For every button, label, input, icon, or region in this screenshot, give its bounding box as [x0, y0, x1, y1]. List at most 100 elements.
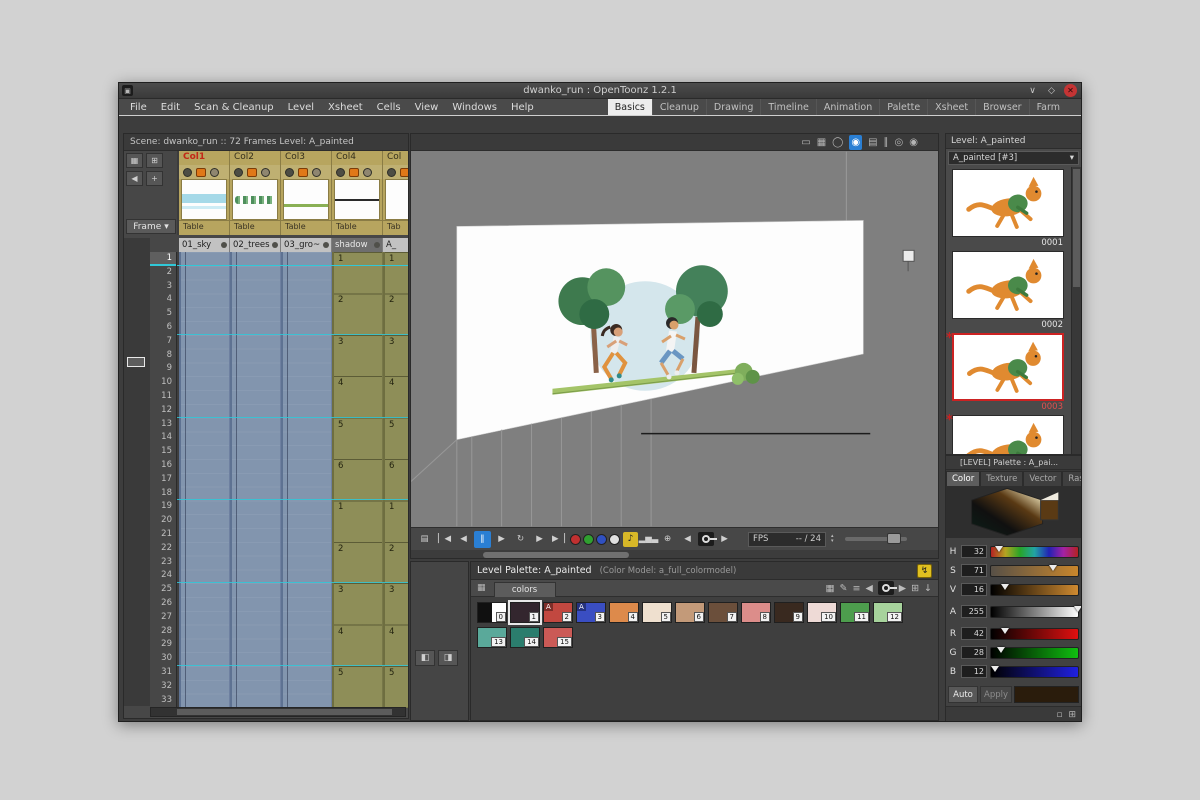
column-name-cell-03-gro[interactable]: 03_gro~	[281, 238, 332, 252]
frame-number[interactable]: 29	[150, 638, 176, 652]
room-tab-timeline[interactable]: Timeline	[760, 99, 815, 115]
slider-bar[interactable]	[990, 665, 1079, 678]
color-swatch-11[interactable]: 11	[840, 602, 870, 623]
collapse-columns-icon[interactable]: ◀	[126, 171, 143, 186]
frame-number[interactable]: 15	[150, 445, 176, 459]
menu-item-xsheet[interactable]: Xsheet	[321, 99, 370, 115]
level-frame-thumbnail[interactable]	[952, 251, 1064, 319]
frame-number[interactable]: 31	[150, 666, 176, 680]
auto-apply-button[interactable]: Auto	[948, 686, 978, 703]
frame-number[interactable]: 26	[150, 597, 176, 611]
slider-handle[interactable]	[996, 646, 1005, 653]
define-sub-camera-key-button[interactable]	[698, 532, 717, 546]
color-swatch-1[interactable]: 1	[510, 602, 540, 623]
camera-stand-view-icon[interactable]: ▤	[868, 135, 877, 150]
rename-style-icon[interactable]: ✎	[840, 583, 848, 594]
xsheet-cells[interactable]: 1234561234512345612345	[177, 252, 408, 708]
frame-number-column[interactable]: 1 2 3 4 5 6 7 8 9 10 11 12 13 14 15 16 17 18 19 20 21 22 23 24 2…	[150, 252, 177, 708]
menu-item-file[interactable]: File	[123, 99, 154, 115]
column-eye-icon[interactable]	[234, 167, 243, 177]
frame-number[interactable]: 33	[150, 694, 176, 708]
slider-value-field[interactable]: 12	[961, 665, 987, 678]
frame-number[interactable]: 17	[150, 473, 176, 487]
cell-column[interactable]: 12345612345	[383, 252, 408, 708]
color-swatch-0[interactable]: 0	[477, 602, 507, 623]
save-palette-icon[interactable]: ↓	[924, 583, 932, 594]
frame-number[interactable]: 8	[150, 349, 176, 363]
standard-view-icon[interactable]: ▭	[801, 135, 810, 150]
tab-texture[interactable]: Texture	[980, 471, 1024, 486]
frame-number[interactable]: 30	[150, 652, 176, 666]
level-strip-scrollbar[interactable]	[1071, 167, 1081, 454]
column-camstand-icon[interactable]	[196, 167, 206, 177]
column-filter-icon[interactable]	[221, 242, 227, 248]
color-swatch-4[interactable]: 4	[609, 602, 639, 623]
color-swatch-12[interactable]: 12	[873, 602, 903, 623]
column-eye-icon[interactable]	[336, 167, 345, 177]
matte-channel-button[interactable]	[609, 533, 620, 545]
frame-number[interactable]: 19	[150, 500, 176, 514]
frame-number[interactable]: 10	[150, 376, 176, 390]
palette-page-tab[interactable]: colors	[493, 581, 556, 597]
palette-key-icon[interactable]	[877, 581, 897, 595]
freeze-palette-button[interactable]: ↯	[917, 563, 932, 578]
sub-camera-preview-icon[interactable]: ◉	[909, 135, 918, 150]
slider-bar[interactable]	[990, 564, 1079, 577]
column-name-cell-a[interactable]: A_	[383, 238, 408, 252]
cell-column[interactable]	[230, 252, 281, 708]
field-guide-icon[interactable]: ▦	[817, 135, 826, 150]
minimize-icon[interactable]: ∨	[1026, 84, 1039, 97]
column-lock-icon[interactable]	[261, 167, 270, 177]
next-palette-key-icon[interactable]: ▶	[899, 583, 906, 594]
new-level-icon[interactable]: +	[146, 171, 163, 186]
room-tab-browser[interactable]: Browser	[975, 99, 1029, 115]
prev-key-button[interactable]: ◀	[679, 531, 696, 548]
camera-view-icon[interactable]: ◉	[849, 134, 863, 150]
slider-bar[interactable]	[990, 545, 1079, 558]
xsheet-add-level-icon[interactable]: ⊞	[146, 153, 163, 168]
slider-value-field[interactable]: 42	[961, 627, 987, 640]
color-swatch-10[interactable]: 10	[807, 602, 837, 623]
slider-bar[interactable]	[990, 646, 1079, 659]
xsheet-column-header-01-sky[interactable]: Col1 Table	[179, 151, 230, 235]
room-tab-drawing[interactable]: Drawing	[705, 99, 761, 115]
palette-menu-icon[interactable]: ≡	[852, 583, 860, 594]
cell-column[interactable]: 12345612345	[332, 252, 383, 708]
color-swatch-7[interactable]: 7	[708, 602, 738, 623]
fps-spinner[interactable]: ▴ ▾	[831, 534, 834, 544]
room-tab-farm[interactable]: Farm	[1028, 99, 1067, 115]
column-camstand-icon[interactable]	[349, 167, 359, 177]
column-filter-icon[interactable]	[272, 242, 278, 248]
column-table-label[interactable]: Table	[332, 220, 382, 233]
scrollbar-thumb[interactable]	[1073, 169, 1080, 287]
viewport-canvas[interactable]	[411, 151, 938, 527]
next-frame-button[interactable]: ▶	[531, 531, 548, 548]
level-frame-item[interactable]: *	[946, 413, 1066, 454]
locator-bar[interactable]	[483, 552, 629, 558]
freeze-icon[interactable]: ∥	[884, 135, 889, 150]
level-frame-thumbnail[interactable]	[952, 333, 1064, 401]
column-table-label[interactable]: Tab	[383, 220, 408, 233]
frame-number[interactable]: 9	[150, 362, 176, 376]
frame-number[interactable]: 4	[150, 293, 176, 307]
column-eye-icon[interactable]	[387, 167, 396, 177]
page-grid-icon[interactable]: ▦	[477, 583, 486, 593]
histogram-button[interactable]: ▂▅▃	[639, 531, 659, 548]
playhead-marker[interactable]	[127, 357, 145, 367]
color-swatch-3[interactable]: A3	[576, 602, 606, 623]
frame-button[interactable]: Frame ▾	[126, 219, 176, 234]
xsheet-column-header-02-trees[interactable]: Col2 Table	[230, 151, 281, 235]
color-swatch-13[interactable]: 13	[477, 627, 507, 648]
slider-bar[interactable]	[990, 605, 1081, 618]
next-key-button[interactable]: ▶	[716, 531, 733, 548]
column-eye-icon[interactable]	[183, 167, 192, 177]
frame-number[interactable]: 18	[150, 487, 176, 501]
level-frame-item[interactable]: 0002	[952, 251, 1066, 331]
color-swatch-15[interactable]: 15	[543, 627, 573, 648]
slider-handle[interactable]	[1001, 627, 1010, 634]
cell-column[interactable]	[179, 252, 230, 708]
slider-bar[interactable]	[990, 583, 1079, 596]
slider-handle[interactable]	[1074, 605, 1081, 612]
safe-area-icon[interactable]: ◯	[832, 135, 843, 150]
green-channel-button[interactable]	[583, 533, 594, 545]
